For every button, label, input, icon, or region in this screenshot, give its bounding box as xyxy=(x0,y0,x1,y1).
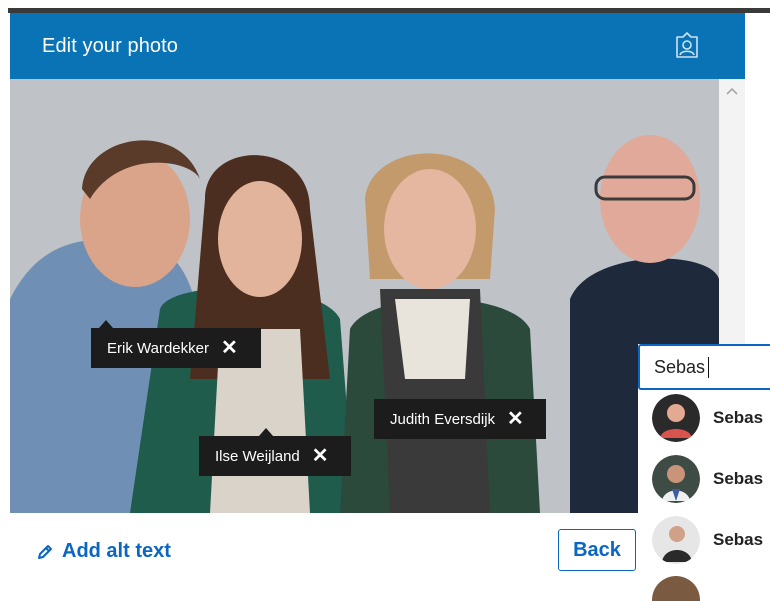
avatar xyxy=(652,576,700,601)
result-name: Sebas xyxy=(713,469,764,488)
search-result-item[interactable]: Sebas xyxy=(652,392,770,444)
avatar xyxy=(652,455,700,503)
avatar xyxy=(652,516,700,564)
face-tag-ilse[interactable]: Ilse Weijland ✕ xyxy=(199,428,351,476)
tag-pointer xyxy=(259,428,273,436)
back-button[interactable]: Back xyxy=(558,529,636,571)
text-caret xyxy=(708,357,709,378)
tag-label: Ilse Weijland xyxy=(215,447,300,465)
photo-canvas[interactable]: Erik Wardekker ✕ Ilse Weijland ✕ Judith … xyxy=(10,79,719,513)
pencil-icon xyxy=(38,544,52,559)
tag-pointer xyxy=(99,320,113,328)
dialog-footer: Add alt text Back xyxy=(10,513,745,593)
search-result-item[interactable]: Sebas xyxy=(652,453,770,505)
tag-search-input[interactable] xyxy=(638,344,770,390)
avatar xyxy=(652,394,700,442)
close-icon[interactable]: ✕ xyxy=(221,338,238,358)
chevron-up-icon[interactable] xyxy=(725,85,739,97)
group-photo-image xyxy=(10,79,719,513)
tag-search-panel: Sebas Sebas Sebas xyxy=(638,344,770,601)
dialog-title: Edit your photo xyxy=(42,35,179,57)
add-alt-text-label: Add alt text xyxy=(62,540,171,562)
add-alt-text-link[interactable]: Add alt text xyxy=(36,540,171,563)
close-icon[interactable]: ✕ xyxy=(312,446,329,466)
dialog-header: Edit your photo xyxy=(10,13,745,79)
tag-label: Erik Wardekker xyxy=(107,339,209,357)
face-tag-judith[interactable]: Judith Eversdijk ✕ xyxy=(374,399,546,439)
tag-label: Judith Eversdijk xyxy=(390,410,496,428)
close-icon[interactable]: ✕ xyxy=(507,409,524,429)
result-name: Sebas xyxy=(713,408,764,427)
result-name: Sebas xyxy=(713,530,764,549)
search-result-item[interactable]: Sebas xyxy=(652,514,770,566)
person-tag-icon[interactable] xyxy=(674,32,700,60)
face-tag-erik[interactable]: Erik Wardekker ✕ xyxy=(91,320,261,368)
